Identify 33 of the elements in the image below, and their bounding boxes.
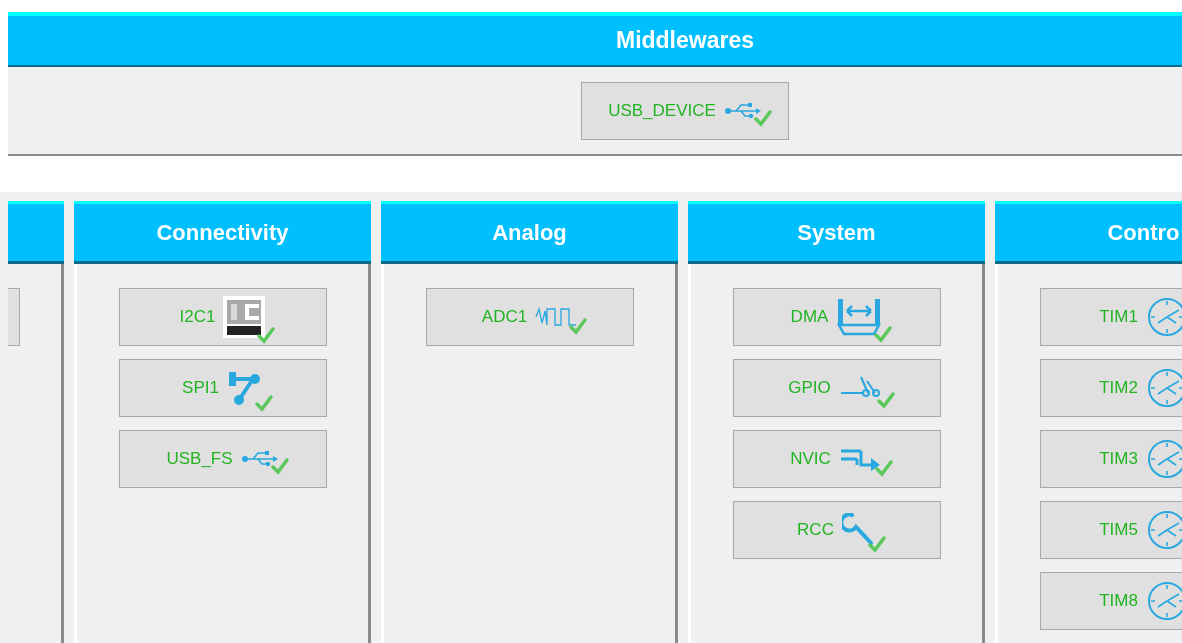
chip-icon: [223, 296, 266, 338]
usb-icon: [723, 100, 762, 121]
clock-icon: [1145, 580, 1182, 622]
clock-icon: [1145, 509, 1182, 551]
peripheral-button[interactable]: RCC: [732, 501, 941, 559]
waveform-icon: [535, 305, 578, 329]
clock-icon: [1145, 367, 1182, 409]
peripheral-button[interactable]: TIM1: [1039, 288, 1182, 346]
peripheral-button[interactable]: USB_FS: [118, 430, 327, 488]
peripheral-button[interactable]: TIM2: [1039, 359, 1182, 417]
peripheral-button[interactable]: I2C1: [118, 288, 327, 346]
usb-icon: [240, 449, 279, 469]
peripheral-button[interactable]: DMA: [732, 288, 941, 346]
category-header: Contro: [995, 201, 1182, 264]
peripheral-button[interactable]: [8, 288, 20, 346]
category-header: System: [688, 201, 985, 264]
category-header: [8, 201, 64, 264]
peripheral-button[interactable]: USB_DEVICE: [581, 81, 789, 140]
wrench-icon: [841, 513, 876, 547]
peripheral-button[interactable]: TIM5: [1039, 501, 1182, 559]
peripheral-button[interactable]: TIM8: [1039, 572, 1182, 630]
section-header: Middlewares: [8, 12, 1182, 67]
branch-icon: [226, 370, 263, 406]
clock-icon: [1145, 438, 1182, 480]
peripheral-button[interactable]: SPI1: [118, 359, 327, 417]
clock-icon: [1145, 296, 1182, 338]
peripheral-button[interactable]: NVIC: [732, 430, 941, 488]
peripheral-button[interactable]: ADC1: [425, 288, 634, 346]
transfer-icon: [836, 297, 883, 337]
category-header: Analog: [381, 201, 678, 264]
category-header: Connectivity: [74, 201, 371, 264]
peripheral-button[interactable]: TIM3: [1039, 430, 1182, 488]
peripheral-button[interactable]: GPIO: [732, 359, 941, 417]
